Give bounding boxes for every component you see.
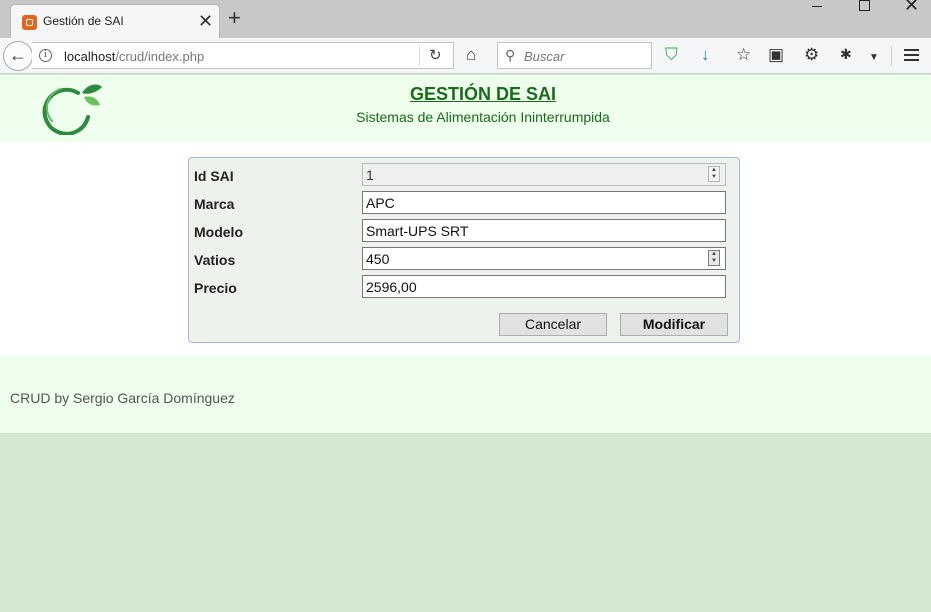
main-content: Id SAI ▲▼ Marca Modelo Vatios ▲▼ Precio … [0, 142, 931, 356]
id-label: Id SAI [194, 168, 234, 184]
form-row-precio: Precio [189, 275, 741, 299]
form-row-id: Id SAI ▲▼ [189, 163, 741, 187]
form-row-marca: Marca [189, 191, 741, 215]
modelo-field[interactable] [362, 219, 726, 242]
url-bar[interactable]: i localhost/crud/index.php ↻ [32, 42, 454, 69]
footer-credit: CRUD by Sergio García Domínguez [10, 390, 235, 406]
vatios-spinner-icon[interactable]: ▲ ▼ [708, 250, 720, 266]
page-header: GESTIÓN DE SAI Sistemas de Alimentación … [0, 75, 931, 142]
bookmark-star-icon[interactable]: ☆ [736, 46, 751, 63]
page-title: GESTIÓN DE SAI [409, 84, 557, 104]
edit-sai-form: Id SAI ▲▼ Marca Modelo Vatios ▲▼ Precio … [188, 157, 740, 343]
url-text: localhost/crud/index.php [64, 49, 204, 64]
form-row-vatios: Vatios ▲▼ [189, 247, 741, 271]
download-icon[interactable]: ↓ [701, 46, 710, 63]
vatios-field[interactable] [362, 247, 726, 270]
back-arrow-icon[interactable]: ← [3, 41, 33, 71]
close-tab-icon[interactable]: ✕ [198, 11, 213, 31]
info-icon[interactable]: i [39, 49, 52, 62]
cancel-button[interactable]: Cancelar [499, 313, 607, 336]
vatios-label: Vatios [194, 252, 236, 268]
clipboard-icon[interactable]: ▣ [768, 46, 784, 63]
menu-icon[interactable] [904, 49, 919, 64]
modelo-label: Modelo [194, 224, 243, 240]
marca-field[interactable] [362, 191, 726, 214]
precio-label: Precio [194, 280, 237, 296]
chevron-down-icon[interactable]: ▼ [869, 49, 879, 66]
close-icon: ✕ [904, 0, 920, 15]
search-placeholder: Buscar [524, 49, 565, 64]
search-icon: ⚲ [505, 47, 516, 63]
gear-icon[interactable]: ⚙ [804, 46, 819, 63]
url-path: /crud/index.php [115, 49, 205, 64]
page-footer: CRUD by Sergio García Domínguez [0, 356, 931, 433]
window-minimize-button[interactable] [794, 0, 840, 14]
new-tab-icon[interactable]: + [228, 6, 241, 30]
url-host: localhost [64, 49, 116, 64]
precio-field[interactable] [362, 275, 726, 298]
id-spinner-icon: ▲ ▼ [708, 166, 720, 182]
window-close-button[interactable]: ✕ [886, 0, 931, 15]
search-bar[interactable]: ⚲ Buscar [497, 42, 652, 69]
page-subtitle: Sistemas de Alimentación Ininterrumpida [356, 109, 610, 125]
marca-label: Marca [194, 196, 235, 212]
form-row-modelo: Modelo [189, 219, 741, 243]
browser-tab[interactable]: Gestión de SAI ✕ [10, 4, 220, 38]
extension-icon[interactable]: ✱ [840, 46, 852, 63]
browser-toolbar: ← i localhost/crud/index.php ↻ ⌂ ⚲ Busca… [0, 38, 931, 74]
xampp-favicon-icon [22, 15, 37, 30]
toolbar-separator [891, 46, 892, 66]
shield-icon[interactable]: ⛉ [665, 46, 678, 63]
browser-tabstrip: Gestión de SAI ✕ + ✕ [0, 0, 931, 38]
id-field [362, 163, 726, 186]
home-icon[interactable]: ⌂ [466, 46, 476, 63]
reload-icon[interactable]: ↻ [429, 46, 442, 64]
modify-button[interactable]: Modificar [620, 313, 728, 336]
tab-title: Gestión de SAI [43, 14, 124, 28]
window-maximize-button[interactable] [840, 0, 886, 14]
url-separator [419, 46, 420, 66]
